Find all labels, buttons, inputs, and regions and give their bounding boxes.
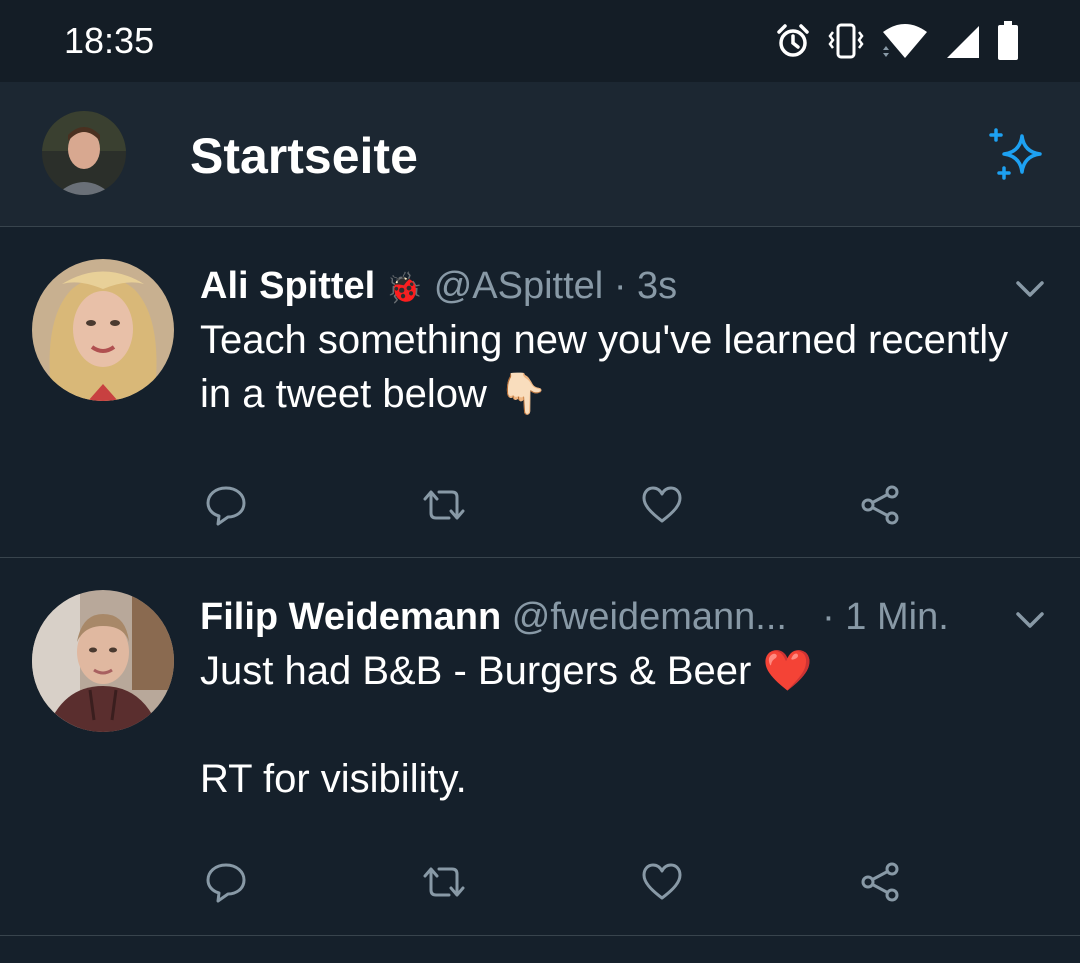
app-header: Startseite — [0, 82, 1080, 227]
tweet-timestamp: 1 Min. — [845, 596, 949, 638]
tweet-header: Ali Spittel 🐞 @ASpittel · 3s — [200, 261, 980, 311]
profile-avatar[interactable] — [42, 111, 126, 195]
vibrate-icon — [826, 22, 866, 60]
share-icon[interactable] — [850, 852, 910, 912]
status-time: 18:35 — [64, 20, 155, 61]
tweet-text-line: RT for visibility. — [200, 757, 467, 801]
tweet-author-handle[interactable]: @fweidemann... — [512, 596, 787, 638]
tweet-actions — [200, 852, 920, 912]
wifi-icon — [880, 22, 930, 60]
tweet-text-line — [200, 698, 1050, 752]
cell-signal-icon — [944, 22, 982, 60]
tweet-separator: · — [822, 596, 835, 638]
avatar[interactable] — [32, 590, 174, 732]
ladybug-icon: 🐞 — [385, 272, 424, 305]
page-title: Startseite — [190, 128, 418, 184]
like-icon[interactable] — [632, 475, 692, 535]
chevron-down-icon[interactable] — [1010, 600, 1050, 640]
tweet-text: Just had B&B - Burgers & Beer ❤️ RT for … — [200, 644, 1050, 806]
tweet-author-name[interactable]: Filip Weidemann — [200, 596, 501, 638]
status-icons — [774, 20, 1020, 62]
tweet-timestamp: 3s — [637, 265, 678, 307]
tweet-header: Filip Weidemann @fweidemann... · 1 Min. — [200, 592, 980, 642]
alarm-icon — [774, 22, 812, 60]
status-bar: 18:35 — [0, 0, 1080, 82]
avatar[interactable] — [32, 259, 174, 401]
battery-icon — [996, 21, 1020, 61]
tweet-actions — [200, 475, 920, 535]
tweet-text-line: Teach something new you've learned recen… — [200, 318, 1009, 416]
retweet-icon[interactable] — [414, 852, 474, 912]
reply-icon[interactable] — [196, 852, 256, 912]
tweet-text: Teach something new you've learned recen… — [200, 313, 1050, 421]
share-icon[interactable] — [850, 475, 910, 535]
tweet[interactable]: Filip Weidemann @fweidemann... · 1 Min. … — [0, 558, 1080, 936]
chevron-down-icon[interactable] — [1010, 269, 1050, 309]
tweet-author-handle[interactable]: @ASpittel — [434, 265, 604, 307]
tweet-author-name[interactable]: Ali Spittel — [200, 265, 375, 307]
sparkle-icon[interactable] — [986, 122, 1050, 186]
tweet-separator: · — [613, 265, 627, 307]
tweet[interactable]: Ali Spittel 🐞 @ASpittel · 3s Teach somet… — [0, 227, 1080, 558]
tweet-text-line: Just had B&B - Burgers & Beer ❤️ — [200, 649, 813, 693]
like-icon[interactable] — [632, 852, 692, 912]
retweet-icon[interactable] — [414, 475, 474, 535]
reply-icon[interactable] — [196, 475, 256, 535]
